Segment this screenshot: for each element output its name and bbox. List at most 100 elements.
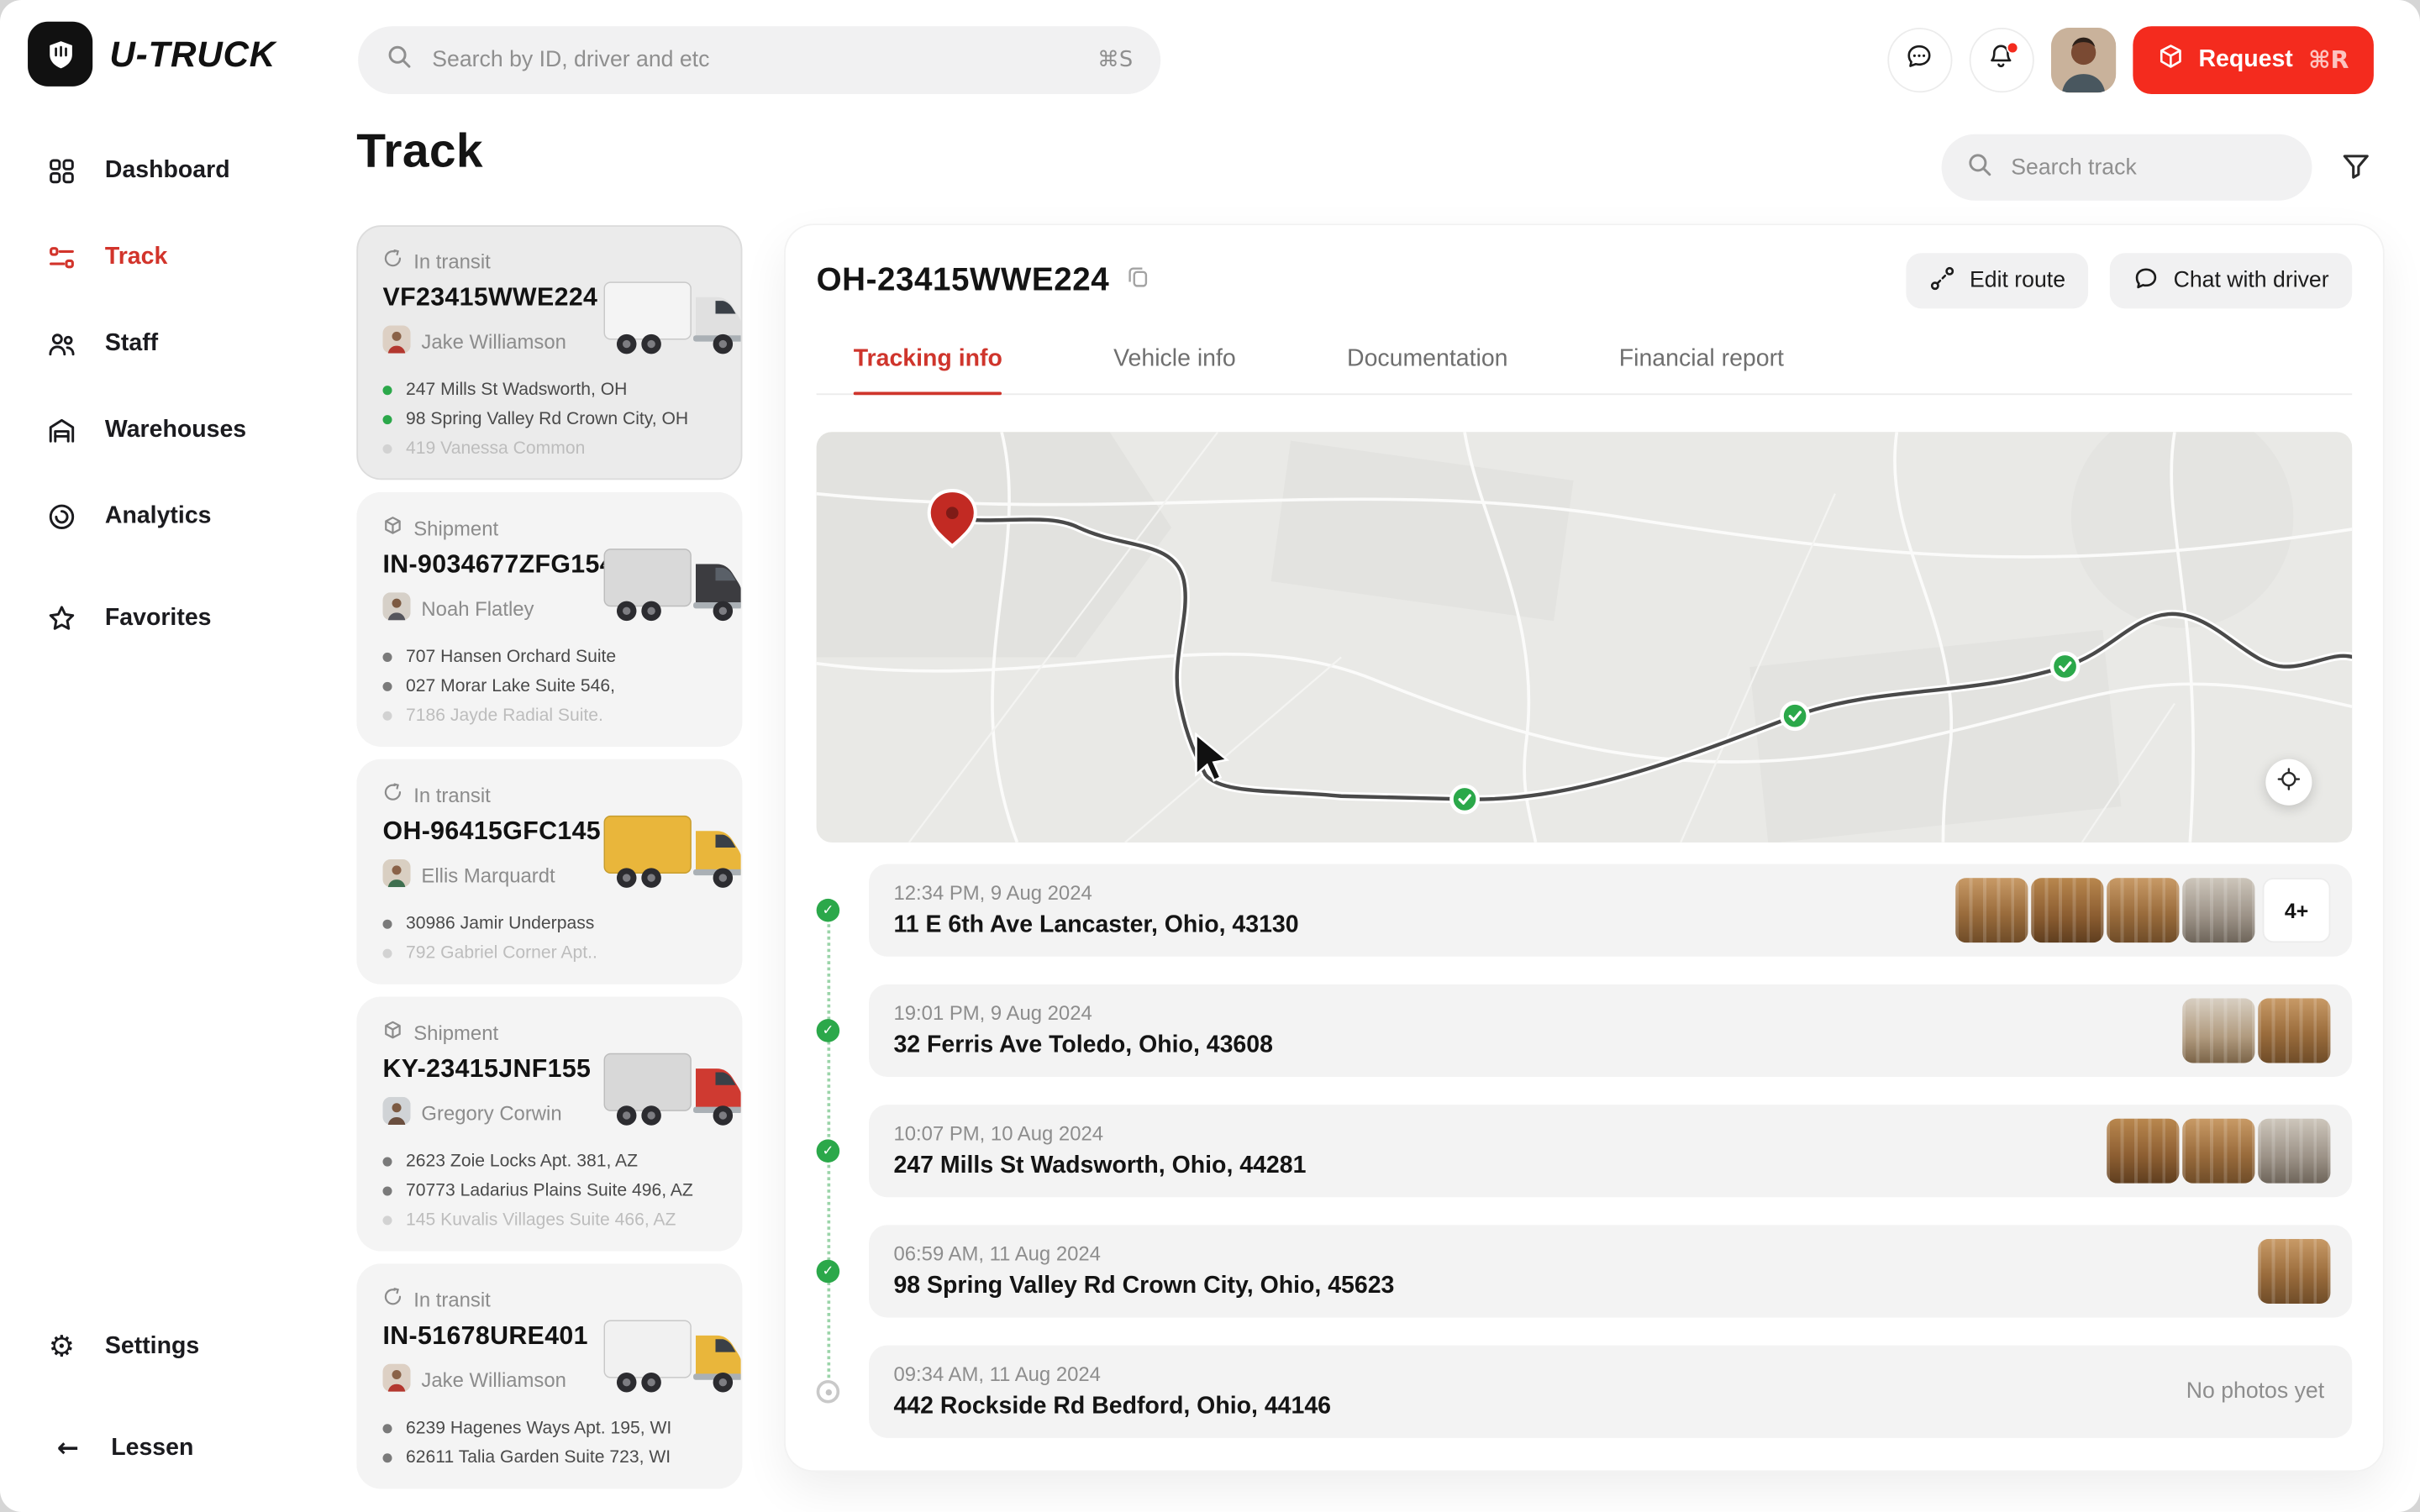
driver-avatar (383, 859, 411, 892)
detail-actions: Edit route Chat with driver (1907, 253, 2352, 308)
timeline-time: 06:59 AM, 11 Aug 2024 (893, 1242, 1394, 1266)
stop-address: 98 Spring Valley Rd Crown City, OH (406, 411, 688, 429)
sidebar-item-track[interactable]: Track (0, 214, 324, 301)
stop-address: 792 Gabriel Corner Apt.. (406, 944, 597, 963)
stop-item: 7186 Jayde Radial Suite. (383, 706, 717, 725)
stop-address: 419 Vanessa Common (406, 439, 585, 458)
shipment-status: In transit (413, 783, 491, 806)
checkpoint-pending-icon (817, 1380, 840, 1404)
sidebar-item-dashboard[interactable]: Dashboard (0, 128, 324, 214)
checkpoint-done-icon: ✓ (817, 899, 840, 922)
sidebar-item-label: Dashboard (105, 157, 230, 185)
copy-icon[interactable] (1126, 265, 1150, 297)
checkpoint-marker (2052, 654, 2078, 680)
driver-name: Ellis Marquardt (421, 864, 555, 888)
timeline-item: ✓ 12:34 PM, 9 Aug 2024 11 E 6th Ave Lanc… (869, 864, 2352, 957)
stop-dot (383, 920, 392, 929)
stop-address: 707 Hansen Orchard Suite (406, 648, 616, 666)
checkpoint-marker (1782, 703, 1808, 729)
stop-dot (383, 949, 392, 958)
stop-list: 707 Hansen Orchard Suite 027 Morar Lake … (383, 648, 717, 725)
sidebar-item-warehouses[interactable]: Warehouses (0, 387, 324, 474)
truck-image (602, 801, 742, 913)
notifications-button[interactable] (1969, 28, 2033, 92)
shield-logo-icon (28, 22, 92, 87)
shipment-card[interactable]: Shipment IN-9034677ZFG154 Noah Flatley (356, 492, 742, 747)
photo-thumbnail[interactable] (1955, 878, 2028, 942)
no-photos-label: No photos yet (2186, 1379, 2331, 1404)
page-title: Track (356, 123, 483, 179)
tab-tracking-info[interactable]: Tracking info (854, 345, 1002, 393)
stop-item: 98 Spring Valley Rd Crown City, OH (383, 411, 717, 429)
stop-address: 7186 Jayde Radial Suite. (406, 706, 603, 725)
shipment-list: In transit VF23415WWE224 Jake Williamson (356, 225, 742, 1488)
timeline-card: 09:34 AM, 11 Aug 2024 442 Rockside Rd Be… (869, 1346, 2352, 1438)
shipment-box-icon (383, 515, 403, 539)
edit-route-button[interactable]: Edit route (1907, 253, 2089, 308)
analytics-icon (46, 501, 77, 533)
photo-thumbnail[interactable] (2258, 998, 2330, 1063)
request-button[interactable]: Request ⌘R (2132, 26, 2373, 94)
messages-button[interactable] (1886, 28, 1951, 92)
photo-thumbnail[interactable] (2182, 998, 2254, 1063)
sidebar: Dashboard Track Staff Warehouses Analyti… (0, 108, 324, 1512)
filter-button[interactable] (2339, 150, 2372, 190)
tab-documentation[interactable]: Documentation (1347, 345, 1508, 393)
stop-item: 247 Mills St Wadsworth, OH (383, 381, 717, 400)
sidebar-item-favorites[interactable]: Favorites (0, 575, 324, 662)
photo-thumbnail[interactable] (2107, 1119, 2179, 1184)
photo-thumbnail[interactable] (2258, 1239, 2330, 1304)
route-map[interactable] (817, 432, 2353, 843)
notification-dot (2006, 42, 2018, 55)
stop-item: 707 Hansen Orchard Suite (383, 648, 717, 666)
track-search[interactable] (1942, 134, 2312, 201)
shipment-card[interactable]: Shipment KY-23415JNF155 Gregory Corwin (356, 997, 742, 1252)
request-label: Request (2198, 46, 2292, 74)
sidebar-item-settings[interactable]: ⚙ Settings (0, 1309, 324, 1386)
photo-strip (2258, 1239, 2330, 1304)
photo-thumbnail[interactable] (2182, 1119, 2254, 1184)
stop-dot (383, 444, 392, 454)
sidebar-item-label: Favorites (105, 605, 212, 633)
sidebar-item-analytics[interactable]: Analytics (0, 474, 324, 560)
photo-thumbnail[interactable] (2182, 878, 2254, 942)
timeline-time: 10:07 PM, 10 Aug 2024 (893, 1121, 1306, 1145)
photo-thumbnail[interactable] (2107, 878, 2179, 942)
shipment-card[interactable]: In transit IN-51678URE401 Jake Williamso… (356, 1263, 742, 1488)
track-search-input[interactable] (2008, 154, 2287, 181)
truck-image (602, 1305, 742, 1418)
stop-dot (383, 653, 392, 662)
user-avatar[interactable] (2050, 28, 2115, 92)
logo[interactable]: U-TRUCK (28, 22, 276, 87)
global-search-input[interactable] (429, 46, 1081, 74)
stop-item: 70773 Ladarius Plains Suite 496, AZ (383, 1182, 717, 1200)
photo-thumbnail[interactable] (2258, 1119, 2330, 1184)
global-search[interactable]: ⌘S (358, 26, 1160, 94)
route-icon (1929, 265, 1955, 297)
dashboard-icon (46, 156, 77, 187)
crosshair-icon (2276, 766, 2301, 799)
timeline-address: 11 E 6th Ave Lancaster, Ohio, 43130 (893, 912, 1298, 940)
stop-address: 62611 Talia Garden Suite 723, WI (406, 1449, 671, 1467)
sidebar-item-label: Track (105, 244, 167, 271)
shipment-status: Shipment (413, 516, 498, 539)
shipment-card[interactable]: In transit VF23415WWE224 Jake Williamson (356, 225, 742, 480)
shipment-card[interactable]: In transit OH-96415GFC145 Ellis Marquard… (356, 759, 742, 984)
box-icon (2157, 43, 2183, 76)
in-transit-icon (383, 782, 403, 806)
locate-button[interactable] (2265, 759, 2312, 806)
sidebar-collapse-button[interactable]: ← Lessen (0, 1413, 324, 1483)
stop-item: 027 Morar Lake Suite 546, (383, 677, 717, 696)
chat-with-driver-button[interactable]: Chat with driver (2110, 253, 2352, 308)
tab-financial-report[interactable]: Financial report (1619, 345, 1784, 393)
topbar-actions: Request ⌘R (1886, 26, 2373, 94)
stop-dot (383, 1215, 392, 1225)
photo-strip: 4+ (1955, 878, 2330, 942)
tab-vehicle-info[interactable]: Vehicle info (1113, 345, 1236, 393)
timeline-item: ✓ 10:07 PM, 10 Aug 2024 247 Mills St Wad… (869, 1105, 2352, 1197)
stop-list: 2623 Zoie Locks Apt. 381, AZ 70773 Ladar… (383, 1152, 717, 1230)
more-photos-badge[interactable]: 4+ (2263, 878, 2331, 942)
detail-tabs: Tracking info Vehicle info Documentation… (817, 345, 2353, 395)
photo-thumbnail[interactable] (2031, 878, 2103, 942)
sidebar-item-staff[interactable]: Staff (0, 301, 324, 387)
